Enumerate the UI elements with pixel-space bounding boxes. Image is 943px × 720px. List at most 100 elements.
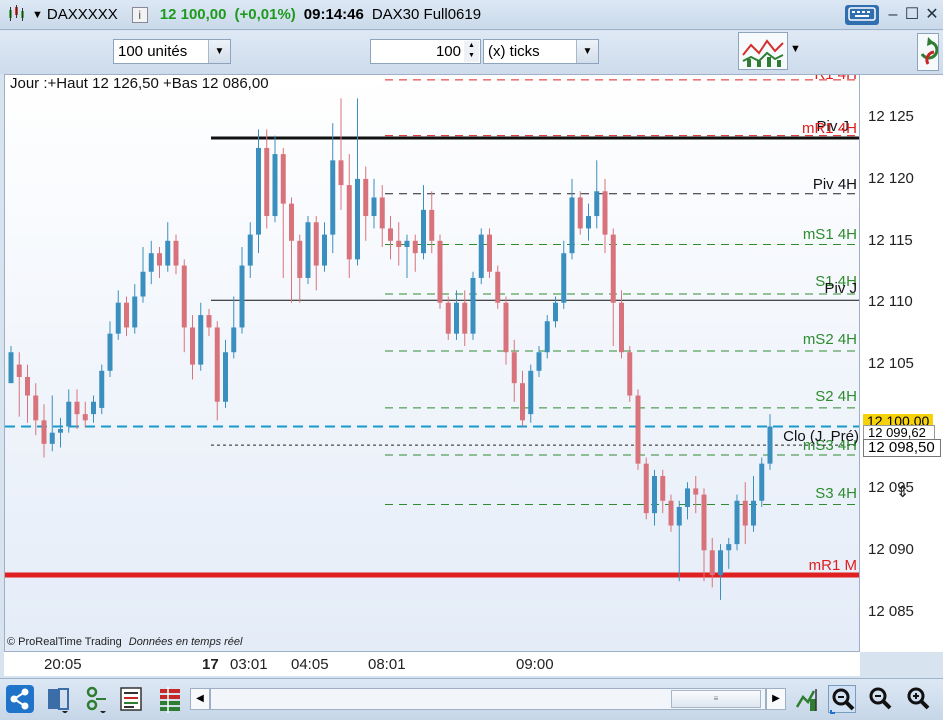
candle-body: [371, 197, 377, 217]
candle-body: [173, 240, 179, 266]
candle-body: [91, 401, 96, 415]
time-tick: 20:05: [44, 656, 82, 673]
candle-body: [272, 154, 278, 217]
level-label-r1-4h: R1 4H: [814, 74, 857, 83]
scroll-right-button[interactable]: ▶: [766, 688, 786, 710]
level-label-s2-4h: S2 4H: [815, 388, 857, 405]
clo-price-tag: 12 098,50: [863, 439, 941, 457]
candle-body: [165, 240, 171, 266]
share-icon: [10, 688, 29, 710]
window-icon: [6, 2, 28, 28]
candle-body: [462, 302, 468, 334]
candle-body: [305, 222, 311, 278]
candle-body: [346, 185, 352, 260]
candle-body: [454, 302, 459, 334]
candle-body: [718, 550, 723, 576]
title-bar: ▼ DAXXXXX i 12 100,00 (+0,01%) 09:14:46 …: [0, 0, 943, 30]
candle-body: [313, 222, 319, 266]
realtime-text: Données en temps réel: [128, 636, 243, 648]
candle-body: [693, 488, 699, 495]
candlestick-chart[interactable]: [5, 75, 860, 652]
candle-body: [388, 228, 393, 241]
order-toolbar: 100 unités ▼ 100 ▲ ▼ (x) ticks ▼ ▼: [0, 31, 943, 74]
candle-body: [338, 160, 344, 186]
auto-scale-icon: [795, 689, 817, 711]
candle-body: [49, 432, 55, 444]
candle-body: [726, 544, 732, 551]
candle-body: [239, 265, 245, 328]
candle-body: [569, 197, 575, 254]
candle-body: [487, 234, 492, 272]
time-tick: 04:05: [291, 656, 329, 673]
zoom-out-icon: [869, 687, 892, 710]
info-icon[interactable]: i: [131, 6, 148, 23]
instrument-dropdown-icon[interactable]: ▼: [32, 9, 43, 21]
drawing-tools-icon: [86, 686, 106, 714]
units-select[interactable]: 100 unités ▼: [113, 39, 231, 64]
candle-body: [404, 240, 410, 247]
candle-body: [470, 277, 476, 334]
time-axis[interactable]: 20:05 17 03:01 04:05 08:01 09:00: [4, 652, 860, 676]
horizontal-scrollbar[interactable]: ≡: [210, 688, 766, 710]
copyright-note: © ProRealTime Trading Données en temps r…: [7, 636, 242, 648]
candle-body: [619, 302, 624, 353]
auto-scale-button[interactable]: [794, 685, 822, 713]
close-button[interactable]: ✕: [922, 5, 942, 25]
ticks-value: (x) ticks: [488, 43, 540, 60]
ticks-select[interactable]: (x) ticks ▼: [483, 39, 599, 64]
candle-body: [322, 234, 327, 266]
price-axis[interactable]: 12 125 12 120 12 115 12 110 12 105 12 09…: [860, 74, 943, 652]
quantity-stepper[interactable]: 100 ▲ ▼: [370, 39, 481, 64]
candle-body: [206, 315, 212, 328]
indicator-dropdown-icon[interactable]: ▼: [790, 43, 801, 55]
candle-body: [652, 476, 657, 514]
level-label-clo: Clo (J. Pré): [783, 428, 859, 445]
level-label-ms1-4h: mS1 4H: [802, 226, 857, 243]
candle-body: [759, 463, 765, 501]
candle-body: [198, 315, 204, 365]
price-chart[interactable]: Jour :+Haut 12 126,50 +Bas 12 086,00 © P…: [4, 74, 860, 652]
candle-body: [82, 414, 88, 421]
candle-body: [742, 500, 748, 526]
candle-body: [495, 271, 501, 303]
candle-body: [247, 234, 253, 266]
order-book-button[interactable]: [156, 685, 184, 713]
list-icon: [120, 687, 142, 711]
chevron-down-icon[interactable]: ▼: [576, 40, 598, 63]
cursor-icon: ⇕: [896, 484, 910, 501]
refresh-button[interactable]: [917, 33, 939, 71]
candle-body: [181, 265, 187, 328]
candle-body: [676, 506, 682, 526]
chevron-down-icon[interactable]: ▼: [208, 40, 230, 63]
scroll-left-button[interactable]: ◀: [190, 688, 210, 710]
minimize-button[interactable]: ‒: [883, 5, 903, 25]
indicator-button[interactable]: [738, 32, 788, 70]
indicators-list-button[interactable]: [118, 685, 146, 713]
zoom-out-button[interactable]: [866, 685, 894, 713]
bid-price-tag: 12 099,62: [863, 425, 935, 440]
candle-body: [256, 147, 261, 235]
time-tick: 08:01: [368, 656, 406, 673]
price-tick: 12 085: [868, 603, 914, 620]
time-tick-day: 17: [202, 656, 219, 673]
candle-body: [528, 370, 534, 415]
level-label-mr1-m: mR1 M: [808, 557, 857, 574]
candle-body: [330, 160, 336, 235]
scroll-thumb[interactable]: ≡: [671, 690, 761, 708]
refresh-icon: [920, 37, 939, 65]
candle-body: [437, 240, 443, 303]
maximize-button[interactable]: ☐: [902, 5, 922, 25]
share-button[interactable]: [6, 685, 34, 713]
candle-body: [635, 395, 641, 464]
layout-button[interactable]: [44, 685, 72, 714]
keyboard-icon[interactable]: [845, 5, 879, 25]
candle-body: [124, 302, 129, 328]
candle-body: [148, 253, 154, 272]
zoom-in-button[interactable]: [904, 685, 932, 713]
instrument-name[interactable]: DAXXXXX: [47, 6, 118, 23]
candle-body: [734, 500, 740, 545]
candle-body: [280, 154, 286, 204]
zoom-reset-button[interactable]: [828, 685, 856, 714]
drawing-tools-button[interactable]: [82, 685, 110, 714]
stepper-arrows-icon[interactable]: ▲ ▼: [464, 41, 479, 62]
